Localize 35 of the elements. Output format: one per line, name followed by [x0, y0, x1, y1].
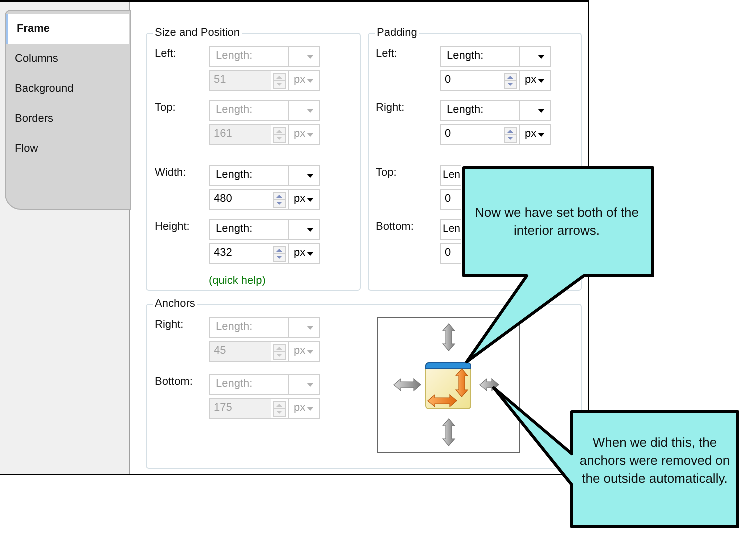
field-label: Right:	[376, 101, 406, 116]
unit-type-dropdown[interactable]: Len	[440, 219, 461, 240]
sidebar-tab[interactable]: Background	[6, 74, 129, 104]
field-label: Height:	[155, 220, 191, 235]
field-label: Bottom:	[376, 220, 415, 235]
unit-type-dropdown[interactable]: Len	[440, 165, 461, 186]
field-label: Left:	[376, 47, 398, 62]
field-label: Top:	[155, 101, 177, 116]
unit-type-dropdown[interactable]: Length:	[209, 219, 320, 240]
field-label: Right:	[155, 318, 185, 333]
quick-help-link[interactable]: (quick help)	[209, 273, 360, 290]
caret-icon	[307, 326, 314, 330]
group-title: Padding	[375, 26, 420, 40]
unit-type-dropdown[interactable]: Length:	[440, 100, 551, 121]
caret-icon	[307, 54, 314, 58]
sidebar-tab[interactable]: Flow	[6, 134, 129, 164]
unit-type-dropdown[interactable]: Length:	[209, 165, 320, 186]
field-label: Top:	[376, 166, 398, 181]
number-field[interactable]: 0	[440, 189, 461, 210]
number-field[interactable]: 0	[440, 243, 461, 264]
field-label: Left:	[155, 47, 178, 62]
sidebar-tab[interactable]: Frame	[6, 14, 129, 44]
sidebar-tab[interactable]: Columns	[6, 44, 129, 74]
callout-text: When we did this, the anchors were removed on the outside automatically.	[578, 434, 732, 488]
caret-icon	[307, 174, 314, 178]
field-label: Bottom:	[155, 375, 194, 390]
caret-icon	[307, 228, 314, 232]
sidebar-tab[interactable]: Borders	[6, 104, 129, 134]
unit-type-dropdown[interactable]: Length:	[440, 46, 551, 67]
field-label: Width:	[155, 166, 188, 181]
callout-text: Now we have set both of the interior arrows.	[474, 204, 640, 240]
caret-icon	[307, 382, 314, 386]
caret-icon	[538, 108, 545, 112]
caret-icon	[307, 108, 314, 112]
caret-icon	[538, 54, 545, 58]
